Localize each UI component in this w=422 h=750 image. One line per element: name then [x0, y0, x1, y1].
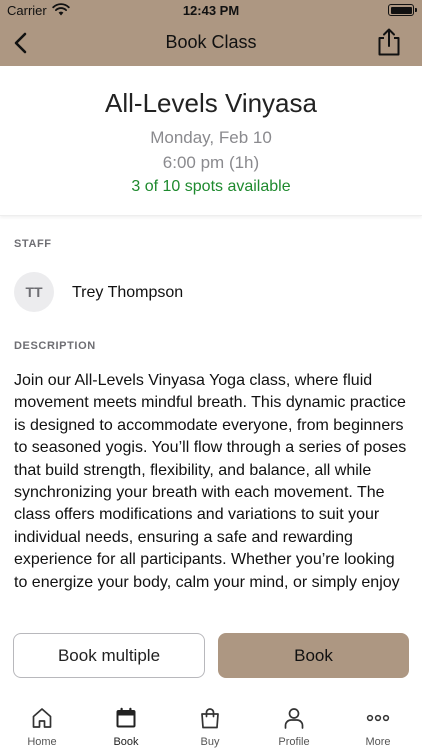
book-button[interactable]: Book: [218, 633, 409, 678]
tab-profile[interactable]: Profile: [252, 696, 336, 750]
header: Carrier 12:43 PM Book Class: [0, 0, 422, 66]
home-icon: [32, 708, 52, 728]
class-time: 6:00 pm (1h): [162, 153, 260, 172]
staff-name: Trey Thompson: [72, 284, 184, 301]
staff-section-label: STAFF: [14, 238, 52, 250]
class-summary: All-Levels Vinyasa Monday, Feb 10 6:00 p…: [0, 66, 422, 216]
status-bar: Carrier 12:43 PM: [0, 0, 422, 20]
tab-label-book: Book: [113, 736, 139, 748]
tab-label-home: Home: [27, 736, 57, 748]
share-icon: [378, 28, 400, 56]
status-time: 12:43 PM: [182, 3, 240, 18]
staff-row[interactable]: TT Trey Thompson: [14, 272, 408, 314]
avatar: TT: [14, 272, 54, 312]
tab-home[interactable]: Home: [0, 696, 84, 750]
person-icon: [284, 708, 304, 729]
class-name: All-Levels Vinyasa: [105, 88, 317, 118]
book-multiple-button[interactable]: Book multiple: [13, 633, 205, 678]
tab-bar: Home Book Buy Profile More: [0, 696, 422, 750]
tab-label-more: More: [365, 736, 391, 748]
tab-buy[interactable]: Buy: [168, 696, 252, 750]
tab-book[interactable]: Book: [84, 696, 168, 750]
nav-bar: Book Class: [0, 20, 422, 66]
shopping-bag-icon: [201, 708, 219, 729]
battery-icon: [388, 4, 417, 16]
tab-label-profile: Profile: [278, 736, 310, 748]
class-date: Monday, Feb 10: [150, 128, 272, 147]
calendar-icon: [116, 707, 136, 728]
description-section-label: DESCRIPTION: [14, 340, 96, 352]
tab-label-buy: Buy: [200, 736, 220, 748]
spots-available: 3 of 10 spots available: [131, 178, 291, 195]
page-title: Book Class: [165, 32, 257, 52]
class-description: Join our All-Levels Vinyasa Yoga class, …: [14, 372, 407, 591]
more-icon: [366, 714, 390, 722]
tab-more[interactable]: More: [336, 696, 420, 750]
share-button[interactable]: [376, 27, 402, 57]
